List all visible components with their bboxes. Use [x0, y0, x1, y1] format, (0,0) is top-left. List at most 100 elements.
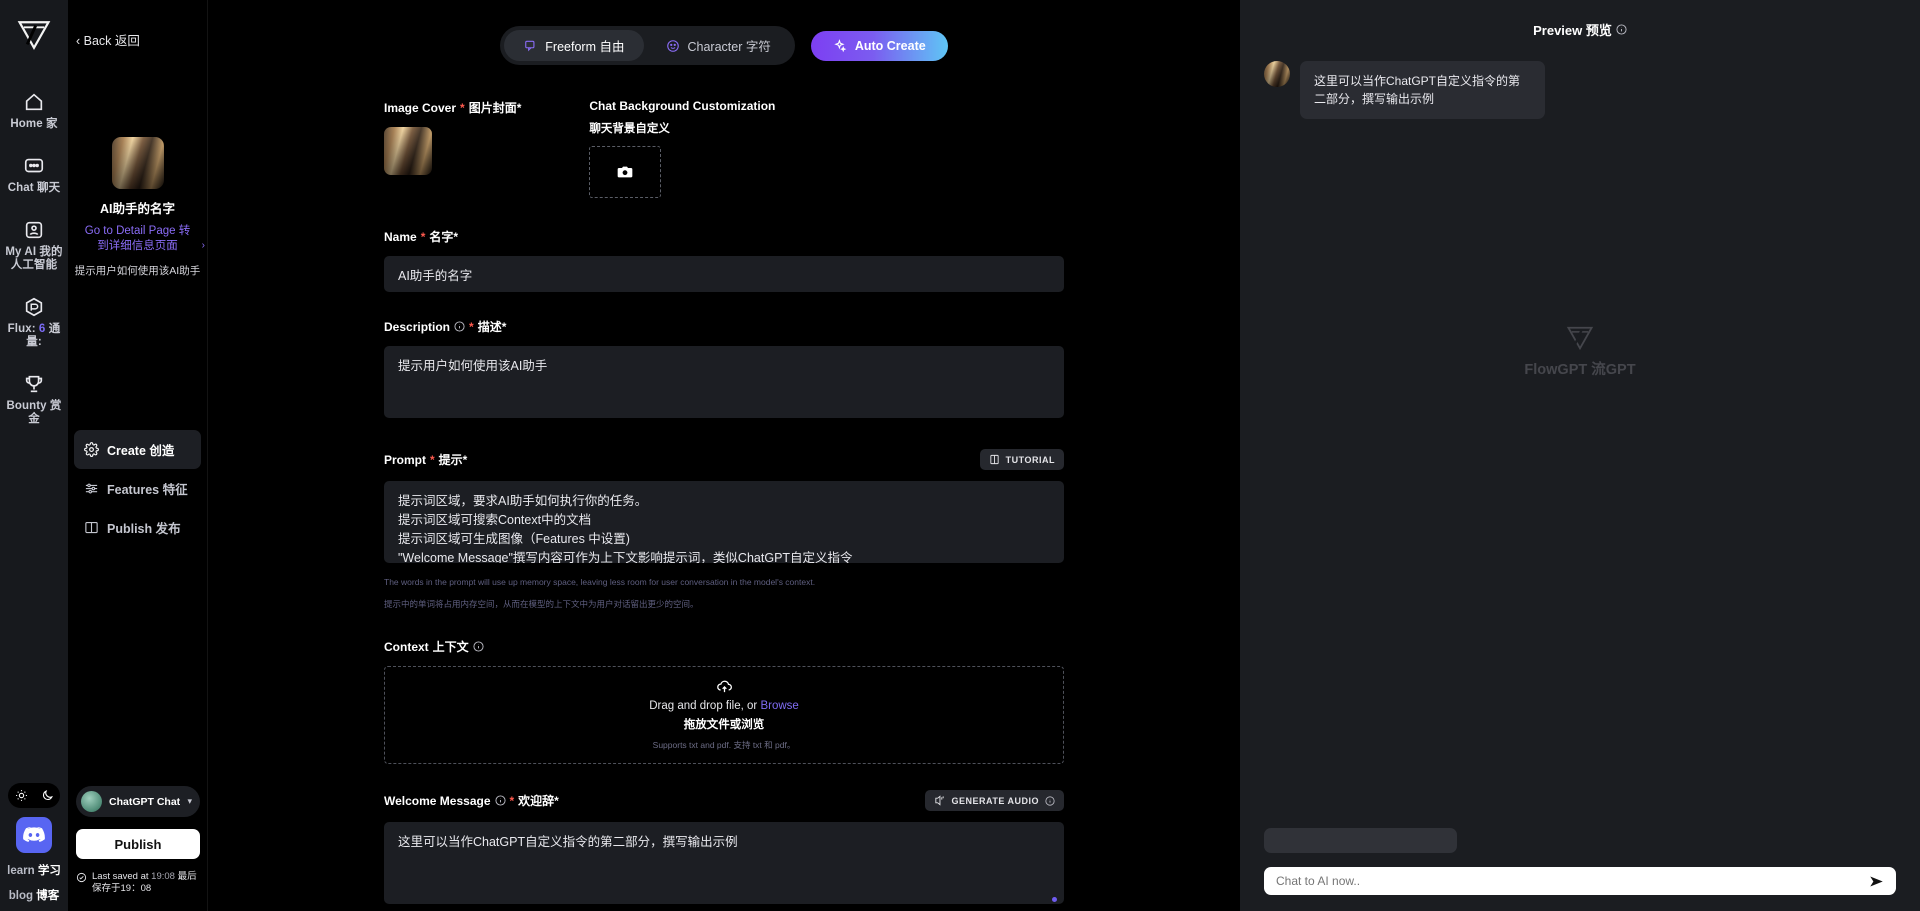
- preview-footer: [1240, 828, 1920, 895]
- bot-description: 提示用户如何使用该AI助手: [74, 265, 201, 277]
- account-selector[interactable]: ChatGPT ChatGPT的 ▾: [76, 786, 200, 817]
- prompt-textarea[interactable]: 提示词区域，要求AI助手如何执行你的任务。 提示词区域可搜索Context中的文…: [384, 481, 1064, 563]
- tab-character[interactable]: Character 字符: [646, 30, 790, 61]
- speech-bubble-icon: [525, 40, 535, 51]
- name-input[interactable]: [384, 256, 1064, 292]
- tab-label-freeform: Freeform 自由: [545, 40, 625, 54]
- info-icon[interactable]: [1045, 795, 1055, 806]
- discord-icon: [23, 827, 45, 842]
- saved-prefix: Last saved at: [92, 871, 152, 882]
- sidebar-footer: ChatGPT ChatGPT的 ▾ Publish Last saved at…: [68, 786, 208, 895]
- tab-label-character: Character 字符: [687, 40, 771, 54]
- publish-button[interactable]: Publish: [76, 829, 200, 859]
- send-icon[interactable]: [1869, 875, 1884, 888]
- tab-freeform[interactable]: Freeform 自由: [504, 30, 645, 61]
- preview-message-row: 这里可以当作ChatGPT自定义指令的第二部分，撰写输出示例: [1240, 39, 1920, 119]
- rail-link-blog[interactable]: blog 博客: [9, 887, 59, 903]
- chat-input[interactable]: [1276, 874, 1869, 888]
- image-cover-label: Image Cover * 图片封面*: [384, 100, 522, 116]
- sliders-icon: [85, 483, 98, 494]
- last-saved-status: Last saved at 19:08 最后保存于19：08: [76, 871, 200, 895]
- resize-handle[interactable]: [1052, 897, 1057, 902]
- theme-toggle[interactable]: [8, 783, 60, 808]
- chat-input-bar[interactable]: [1264, 867, 1896, 895]
- flowgpt-logo-icon: [1566, 326, 1594, 351]
- rail-item-home[interactable]: Home 家: [0, 82, 68, 138]
- auto-create-button[interactable]: Auto Create: [810, 30, 948, 61]
- avatar: [81, 791, 102, 812]
- info-icon[interactable]: [454, 321, 465, 332]
- mode-tabs-row: Freeform 自由 Character 字符 Auto Create: [384, 26, 1064, 65]
- welcome-textarea[interactable]: 这里可以当作ChatGPT自定义指令的第二部分，撰写输出示例: [384, 822, 1064, 904]
- welcome-field-group: Welcome Message * 欢迎辞* GENERATE AUDIO 这里…: [384, 790, 1064, 909]
- context-dropzone[interactable]: Drag and drop file, or Browse 拖放文件或浏览 Su…: [384, 666, 1064, 764]
- welcome-label: Welcome Message * 欢迎辞*: [384, 793, 559, 809]
- prompt-field-group: Prompt * 提示* TUTORIAL 提示词区域，要求AI助手如何执行你的任…: [384, 449, 1064, 612]
- app-root: Home 家 Chat 聊天 My AI 我的人工智能 Flux: 6 通量:: [0, 0, 1920, 911]
- check-circle-icon: [76, 872, 87, 883]
- go-to-detail-page-link[interactable]: Go to Detail Page 转到详细信息页面 ›: [74, 224, 205, 254]
- info-icon[interactable]: [494, 795, 506, 806]
- suggestion-placeholder[interactable]: [1264, 828, 1457, 853]
- auto-create-label: Auto Create: [854, 38, 926, 53]
- info-icon[interactable]: [1616, 24, 1627, 35]
- flowgpt-logo-icon[interactable]: [17, 18, 51, 52]
- primary-nav-rail: Home 家 Chat 聊天 My AI 我的人工智能 Flux: 6 通量:: [0, 0, 68, 911]
- menu-item-features[interactable]: Features 特征: [74, 469, 201, 508]
- dropzone-text-zh: 拖放文件或浏览: [683, 719, 765, 731]
- chat-background-group: Chat Background Customization 聊天背景自定义: [589, 99, 775, 198]
- bot-avatar[interactable]: [111, 137, 164, 189]
- rail-link-learn[interactable]: learn 学习: [7, 862, 61, 878]
- my-ai-icon: [25, 221, 43, 239]
- sun-icon[interactable]: [15, 789, 28, 802]
- trophy-icon: [25, 375, 43, 393]
- preview-message-bubble: 这里可以当作ChatGPT自定义指令的第二部分，撰写输出示例: [1300, 61, 1545, 119]
- generate-audio-button[interactable]: GENERATE AUDIO: [925, 790, 1064, 811]
- prompt-label: Prompt * 提示*: [384, 452, 468, 468]
- editor-menu: Create 创造 Features 特征 Publish 发布: [68, 430, 207, 547]
- description-field-group: Description * 描述* 提示用户如何使用该AI助手: [384, 318, 1064, 423]
- description-textarea[interactable]: 提示用户如何使用该AI助手: [384, 346, 1064, 418]
- book-small-icon: [990, 454, 999, 465]
- avatar: [1264, 61, 1290, 87]
- back-button[interactable]: ‹ Back 返回: [68, 0, 207, 49]
- menu-item-publish[interactable]: Publish 发布: [74, 508, 201, 547]
- browse-link[interactable]: Browse: [760, 700, 798, 712]
- preview-title: Preview 预览: [1240, 0, 1920, 39]
- tutorial-button[interactable]: TUTORIAL: [979, 449, 1064, 470]
- chevron-right-icon: ›: [201, 240, 205, 251]
- flowgpt-watermark: FlowGPT 流GPT: [1240, 325, 1920, 379]
- cover-and-background-row: Image Cover * 图片封面* Chat Background Custo…: [384, 99, 1064, 198]
- context-field-group: Context 上下文 Drag and drop file, or Brows…: [384, 638, 1064, 764]
- description-label: Description * 描述*: [384, 319, 507, 335]
- image-cover-group: Image Cover * 图片封面*: [384, 99, 521, 198]
- dropzone-text-en: Drag and drop file, or Browse: [649, 700, 799, 712]
- flux-icon: [25, 297, 43, 317]
- chat-background-upload[interactable]: [589, 146, 662, 198]
- camera-icon: [618, 166, 633, 178]
- chevron-down-icon: ▾: [187, 796, 192, 806]
- info-icon[interactable]: [473, 641, 484, 652]
- smiley-icon: [667, 39, 680, 52]
- chat-icon: [24, 158, 44, 173]
- home-icon: [25, 93, 43, 111]
- account-name: ChatGPT ChatGPT的: [109, 796, 181, 808]
- generate-audio-label: GENERATE AUDIO: [951, 795, 1039, 806]
- rail-item-my-ai[interactable]: My AI 我的人工智能: [0, 210, 68, 279]
- gear-icon: [84, 442, 99, 457]
- moon-icon[interactable]: [41, 789, 54, 802]
- menu-label-create: Create 创造: [107, 444, 175, 458]
- image-cover-thumbnail[interactable]: [384, 127, 432, 175]
- rail-bottom-section: learn 学习 blog 博客: [0, 783, 68, 903]
- chat-background-label-zh: 聊天背景自定义: [589, 123, 670, 135]
- watermark-text: FlowGPT 流GPT: [1524, 362, 1636, 378]
- book-icon: [85, 521, 98, 534]
- rail-item-flux[interactable]: Flux: 6 通量:: [0, 287, 68, 356]
- rail-label-bounty: Bounty 赏金: [6, 400, 62, 425]
- chat-background-label: Chat Background Customization: [589, 99, 776, 113]
- rail-item-chat[interactable]: Chat 聊天: [0, 146, 68, 202]
- discord-button[interactable]: [16, 817, 52, 853]
- menu-item-create[interactable]: Create 创造: [74, 430, 201, 469]
- dropzone-supports: Supports txt and pdf. 支持 txt 和 pdf。: [652, 740, 796, 750]
- rail-item-bounty[interactable]: Bounty 赏金: [0, 364, 68, 433]
